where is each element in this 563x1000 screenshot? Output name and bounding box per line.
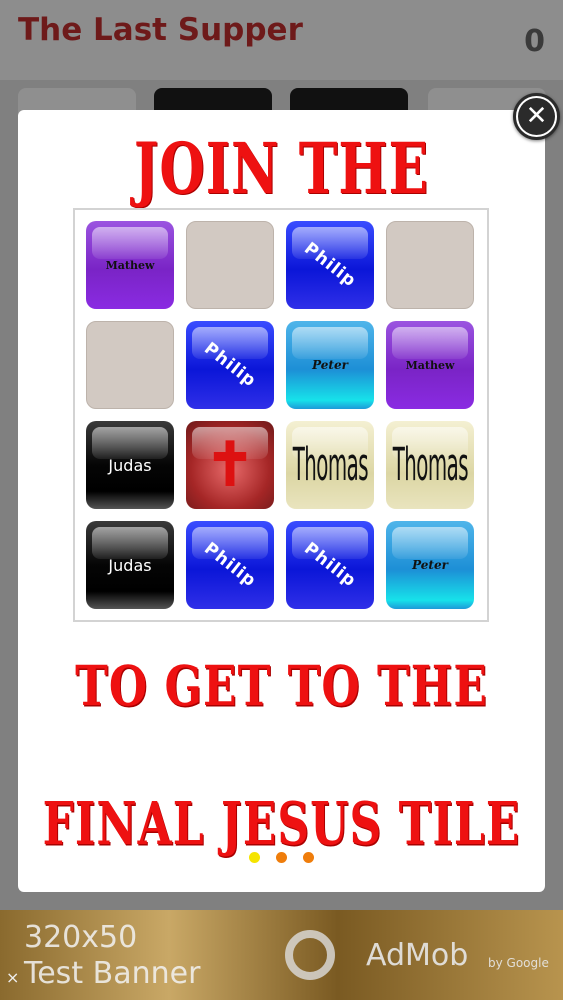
tile-label: Peter <box>312 358 348 372</box>
tile-thomas: Thomas <box>386 421 474 509</box>
admob-brand: AdMob <box>366 938 469 973</box>
close-dialog-button[interactable]: ✕ <box>513 93 560 140</box>
tile-philip: Philip <box>286 221 374 309</box>
tile-label: Judas <box>108 455 152 475</box>
page-indicator <box>18 850 545 868</box>
tile-label: Peter <box>412 558 448 572</box>
tile-mathew: Mathew <box>386 321 474 409</box>
tile-philip: Philip <box>286 521 374 609</box>
tile-label: Thomas <box>392 439 468 491</box>
admob-logo-icon <box>285 930 335 980</box>
admob-brand-sub: by Google <box>488 956 549 970</box>
score-counter: 0 <box>524 24 545 59</box>
empty-tile <box>186 221 274 309</box>
tile-label: Thomas <box>292 439 368 491</box>
tile-label: Mathew <box>405 358 455 372</box>
jesus-tile: ✝ <box>186 421 274 509</box>
tile-label: Philip <box>200 338 260 392</box>
example-tile-board: Mathew Philip Philip Peter Mathew Judas ✝ Thoma… <box>73 208 489 622</box>
instruction-heading-middle: TO GET TO THE <box>75 655 488 719</box>
tile-label: Philip <box>300 238 360 292</box>
tile-label: Philip <box>300 538 360 592</box>
tile-mathew: Mathew <box>86 221 174 309</box>
tile-label: Philip <box>200 538 260 592</box>
tile-judas: Judas <box>86 421 174 509</box>
instructions-dialog: JOIN THE NAMES MathewPhilipPhilipPeterMa… <box>18 110 545 892</box>
ad-close-icon[interactable]: × <box>6 968 19 987</box>
tile-peter: Peter <box>286 321 374 409</box>
ad-banner[interactable]: 320x50 Test Banner AdMob by Google <box>0 910 563 1000</box>
tile-philip: Philip <box>186 321 274 409</box>
page-dot-1[interactable] <box>249 852 260 863</box>
close-icon: ✕ <box>518 98 555 135</box>
empty-tile <box>86 321 174 409</box>
page-dot-2[interactable] <box>276 852 287 863</box>
ad-label: Test Banner <box>24 956 201 991</box>
tile-peter: Peter <box>386 521 474 609</box>
tile-judas: Judas <box>86 521 174 609</box>
app-header: The Last Supper 0 <box>0 0 563 80</box>
tile-thomas: Thomas <box>286 421 374 509</box>
page-dot-3[interactable] <box>303 852 314 863</box>
game-title: The Last Supper <box>18 12 303 48</box>
instruction-heading-bottom: FINAL JESUS TILE <box>42 790 521 859</box>
tile-label: Mathew <box>105 258 155 272</box>
empty-tile <box>386 221 474 309</box>
cross-icon: ✝ <box>204 430 256 500</box>
ad-size-text: 320x50 <box>24 920 138 955</box>
tile-label: Judas <box>108 555 152 575</box>
tile-philip: Philip <box>186 521 274 609</box>
